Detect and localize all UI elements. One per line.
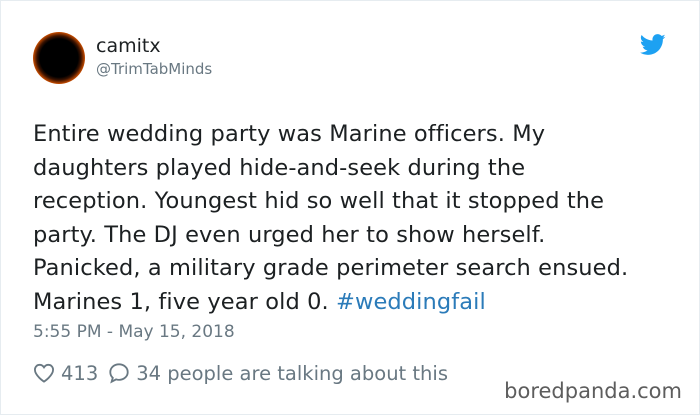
speech-bubble-icon[interactable] — [108, 362, 130, 384]
twitter-bird-icon[interactable] — [640, 34, 666, 56]
author-name[interactable]: camitx — [96, 35, 161, 57]
hashtag-link[interactable]: #weddingfail — [336, 289, 486, 315]
watermark: boredpanda.com — [504, 379, 682, 403]
author-handle[interactable]: @TrimTabMinds — [96, 60, 212, 78]
avatar[interactable] — [33, 32, 85, 84]
conversation-link[interactable]: 34 people are talking about this — [136, 362, 448, 385]
tweet-actions: 413 34 people are talking about this — [33, 359, 448, 387]
tweet-body: Entire wedding party was Marine officers… — [33, 121, 629, 315]
heart-icon[interactable] — [33, 363, 55, 383]
tweet-timestamp[interactable]: 5:55 PM - May 15, 2018 — [33, 322, 235, 342]
like-count[interactable]: 413 — [61, 362, 98, 385]
tweet-text: Entire wedding party was Marine officers… — [33, 118, 683, 319]
